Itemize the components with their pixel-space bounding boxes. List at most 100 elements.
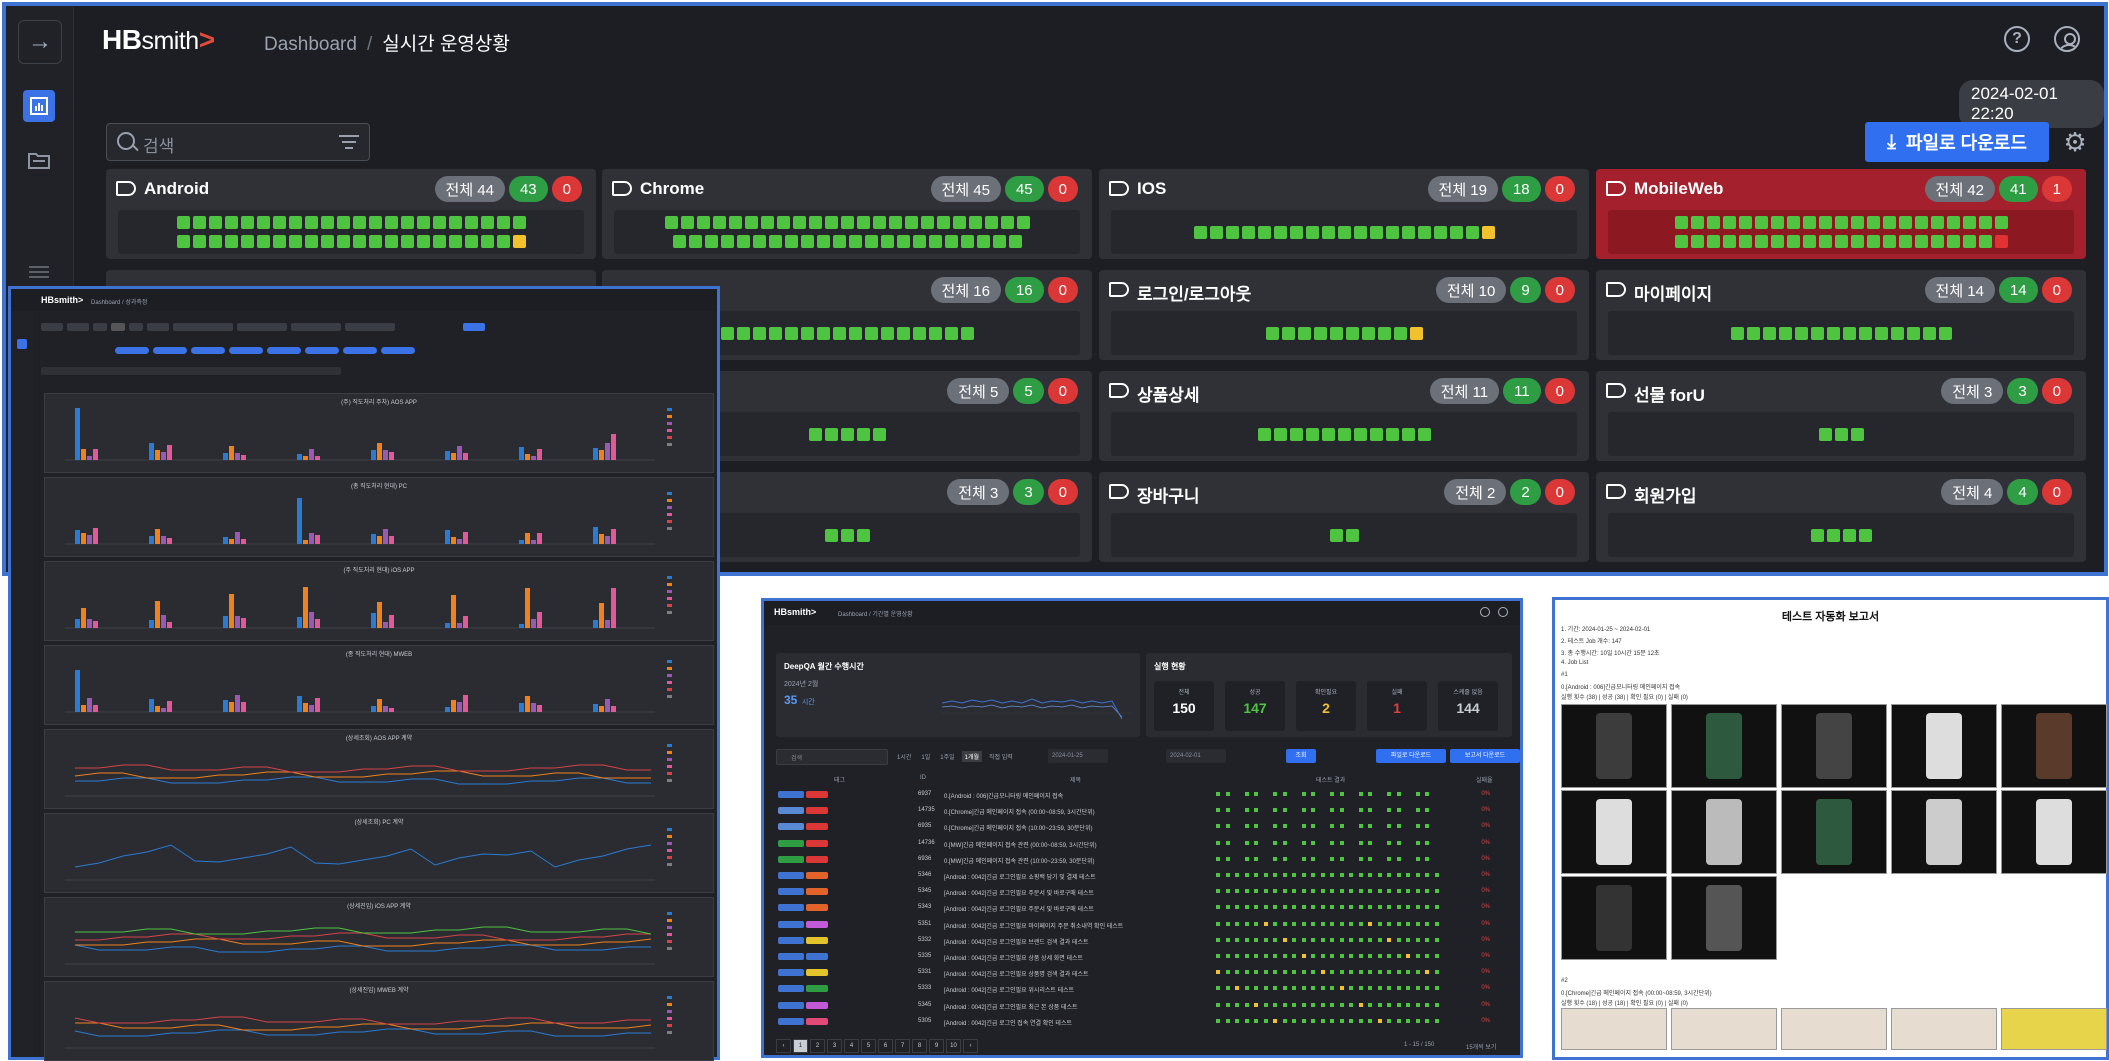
- result-dot[interactable]: [1339, 970, 1344, 975]
- result-dot[interactable]: [1320, 970, 1325, 975]
- page-button[interactable]: 2: [810, 1039, 825, 1053]
- app-logo[interactable]: HBsmith>: [102, 24, 215, 56]
- test-status-dot[interactable]: [784, 235, 798, 248]
- test-status-dot[interactable]: [1417, 225, 1431, 239]
- result-dot[interactable]: [1330, 873, 1334, 877]
- result-dot[interactable]: [1216, 905, 1220, 910]
- result-dot[interactable]: [1244, 873, 1249, 877]
- test-status-dot[interactable]: [432, 235, 446, 248]
- test-status-dot[interactable]: [752, 235, 766, 248]
- test-status-dot[interactable]: [1706, 216, 1720, 229]
- test-status-dot[interactable]: [752, 326, 766, 340]
- result-dot[interactable]: [1378, 824, 1382, 828]
- test-status-dot[interactable]: [320, 216, 334, 229]
- test-status-dot[interactable]: [696, 216, 710, 229]
- result-dot[interactable]: [1358, 808, 1363, 813]
- test-status-dot[interactable]: [1826, 326, 1840, 340]
- result-dot[interactable]: [1235, 824, 1239, 828]
- test-status-dot[interactable]: [1786, 235, 1800, 248]
- result-dot[interactable]: [1320, 937, 1325, 942]
- result-dot[interactable]: [1425, 937, 1429, 942]
- test-status-dot[interactable]: [384, 235, 398, 248]
- result-dot[interactable]: [1235, 921, 1239, 926]
- test-status-dot[interactable]: [192, 235, 206, 248]
- test-status-dot[interactable]: [1962, 235, 1976, 248]
- result-dot[interactable]: [1244, 954, 1249, 958]
- test-status-dot[interactable]: [1297, 326, 1311, 340]
- result-dot[interactable]: [1415, 970, 1420, 975]
- test-status-dot[interactable]: [1353, 427, 1367, 441]
- test-status-dot[interactable]: [1690, 216, 1704, 229]
- result-dot[interactable]: [1387, 792, 1391, 796]
- result-dot[interactable]: [1339, 986, 1344, 991]
- result-dot[interactable]: [1235, 808, 1239, 812]
- tag-card[interactable]: MobileWeb 전체 42 41 1: [1596, 169, 2086, 259]
- result-dot[interactable]: [1368, 856, 1372, 861]
- result-dot[interactable]: [1358, 856, 1363, 861]
- test-status-dot[interactable]: [272, 216, 286, 229]
- filter-icon[interactable]: [339, 135, 359, 151]
- result-dot[interactable]: [1349, 889, 1353, 894]
- result-dot[interactable]: [1301, 905, 1306, 910]
- test-status-dot[interactable]: [400, 216, 414, 229]
- page-button[interactable]: ‹: [776, 1039, 791, 1053]
- result-dot[interactable]: [1339, 792, 1344, 796]
- test-status-dot[interactable]: [824, 216, 838, 229]
- result-dot[interactable]: [1216, 873, 1220, 877]
- test-status-dot[interactable]: [224, 235, 238, 248]
- test-status-dot[interactable]: [1786, 216, 1800, 229]
- total-count-badge[interactable]: 전체 3: [1941, 378, 2004, 404]
- test-status-dot[interactable]: [1834, 235, 1848, 248]
- result-dot[interactable]: [1321, 792, 1325, 796]
- test-status-dot[interactable]: [880, 235, 894, 248]
- test-status-dot[interactable]: [1401, 427, 1415, 441]
- result-dot[interactable]: [1435, 792, 1439, 796]
- table-row[interactable]: 5332 [Android : 0042]긴급 로그인필요 브랜드 검색 결과 테…: [776, 935, 1508, 947]
- result-dot[interactable]: [1425, 856, 1429, 861]
- page-button[interactable]: ›: [963, 1039, 978, 1053]
- result-dot[interactable]: [1264, 824, 1268, 828]
- result-dot[interactable]: [1415, 986, 1420, 991]
- test-status-dot[interactable]: [304, 216, 318, 229]
- result-dot[interactable]: [1339, 921, 1344, 926]
- result-dot[interactable]: [1216, 840, 1220, 845]
- test-status-dot[interactable]: [1706, 235, 1720, 248]
- job-title[interactable]: 0.[Chrome]긴급 메인페이지 접속 (10:00~23:59, 30분단…: [944, 823, 1092, 832]
- test-status-dot[interactable]: [848, 326, 862, 340]
- result-dot[interactable]: [1273, 824, 1277, 829]
- result-dot[interactable]: [1225, 824, 1230, 829]
- result-dot[interactable]: [1235, 841, 1239, 845]
- result-dot[interactable]: [1330, 792, 1334, 796]
- job-title[interactable]: [Android : 0042]긴급 로그인필요 최근 본 상품 테스트: [944, 1002, 1078, 1011]
- result-dot[interactable]: [1311, 824, 1315, 829]
- test-status-dot[interactable]: [952, 216, 966, 229]
- test-status-dot[interactable]: [840, 216, 854, 229]
- result-dot[interactable]: [1320, 905, 1325, 910]
- result-dot[interactable]: [1358, 792, 1363, 796]
- test-status-dot[interactable]: [288, 216, 302, 229]
- fail-count-badge[interactable]: 0: [2041, 277, 2072, 303]
- test-status-dot[interactable]: [1401, 225, 1415, 239]
- result-dot[interactable]: [1216, 954, 1220, 958]
- result-dot[interactable]: [1273, 808, 1277, 813]
- test-status-dot[interactable]: [464, 216, 478, 229]
- test-status-dot[interactable]: [256, 235, 270, 248]
- test-status-dot[interactable]: [888, 216, 902, 229]
- result-dot[interactable]: [1339, 889, 1344, 894]
- result-dot[interactable]: [1339, 856, 1344, 861]
- result-dot[interactable]: [1320, 954, 1325, 958]
- result-dot[interactable]: [1330, 986, 1334, 991]
- test-status-dot[interactable]: [1842, 528, 1856, 542]
- test-status-dot[interactable]: [1818, 427, 1832, 441]
- result-dot[interactable]: [1396, 808, 1401, 813]
- result-dot[interactable]: [1387, 954, 1391, 958]
- result-dot[interactable]: [1292, 792, 1296, 796]
- table-row[interactable]: 6937 0.[Android : 006]긴급모니터링 메인페이지 접속 0%: [776, 789, 1508, 801]
- test-status-dot[interactable]: [720, 235, 734, 248]
- result-dot[interactable]: [1339, 840, 1344, 845]
- test-status-dot[interactable]: [1962, 216, 1976, 229]
- test-status-dot[interactable]: [792, 216, 806, 229]
- result-dot[interactable]: [1216, 921, 1220, 926]
- test-status-dot[interactable]: [1289, 427, 1303, 441]
- test-status-dot[interactable]: [336, 216, 350, 229]
